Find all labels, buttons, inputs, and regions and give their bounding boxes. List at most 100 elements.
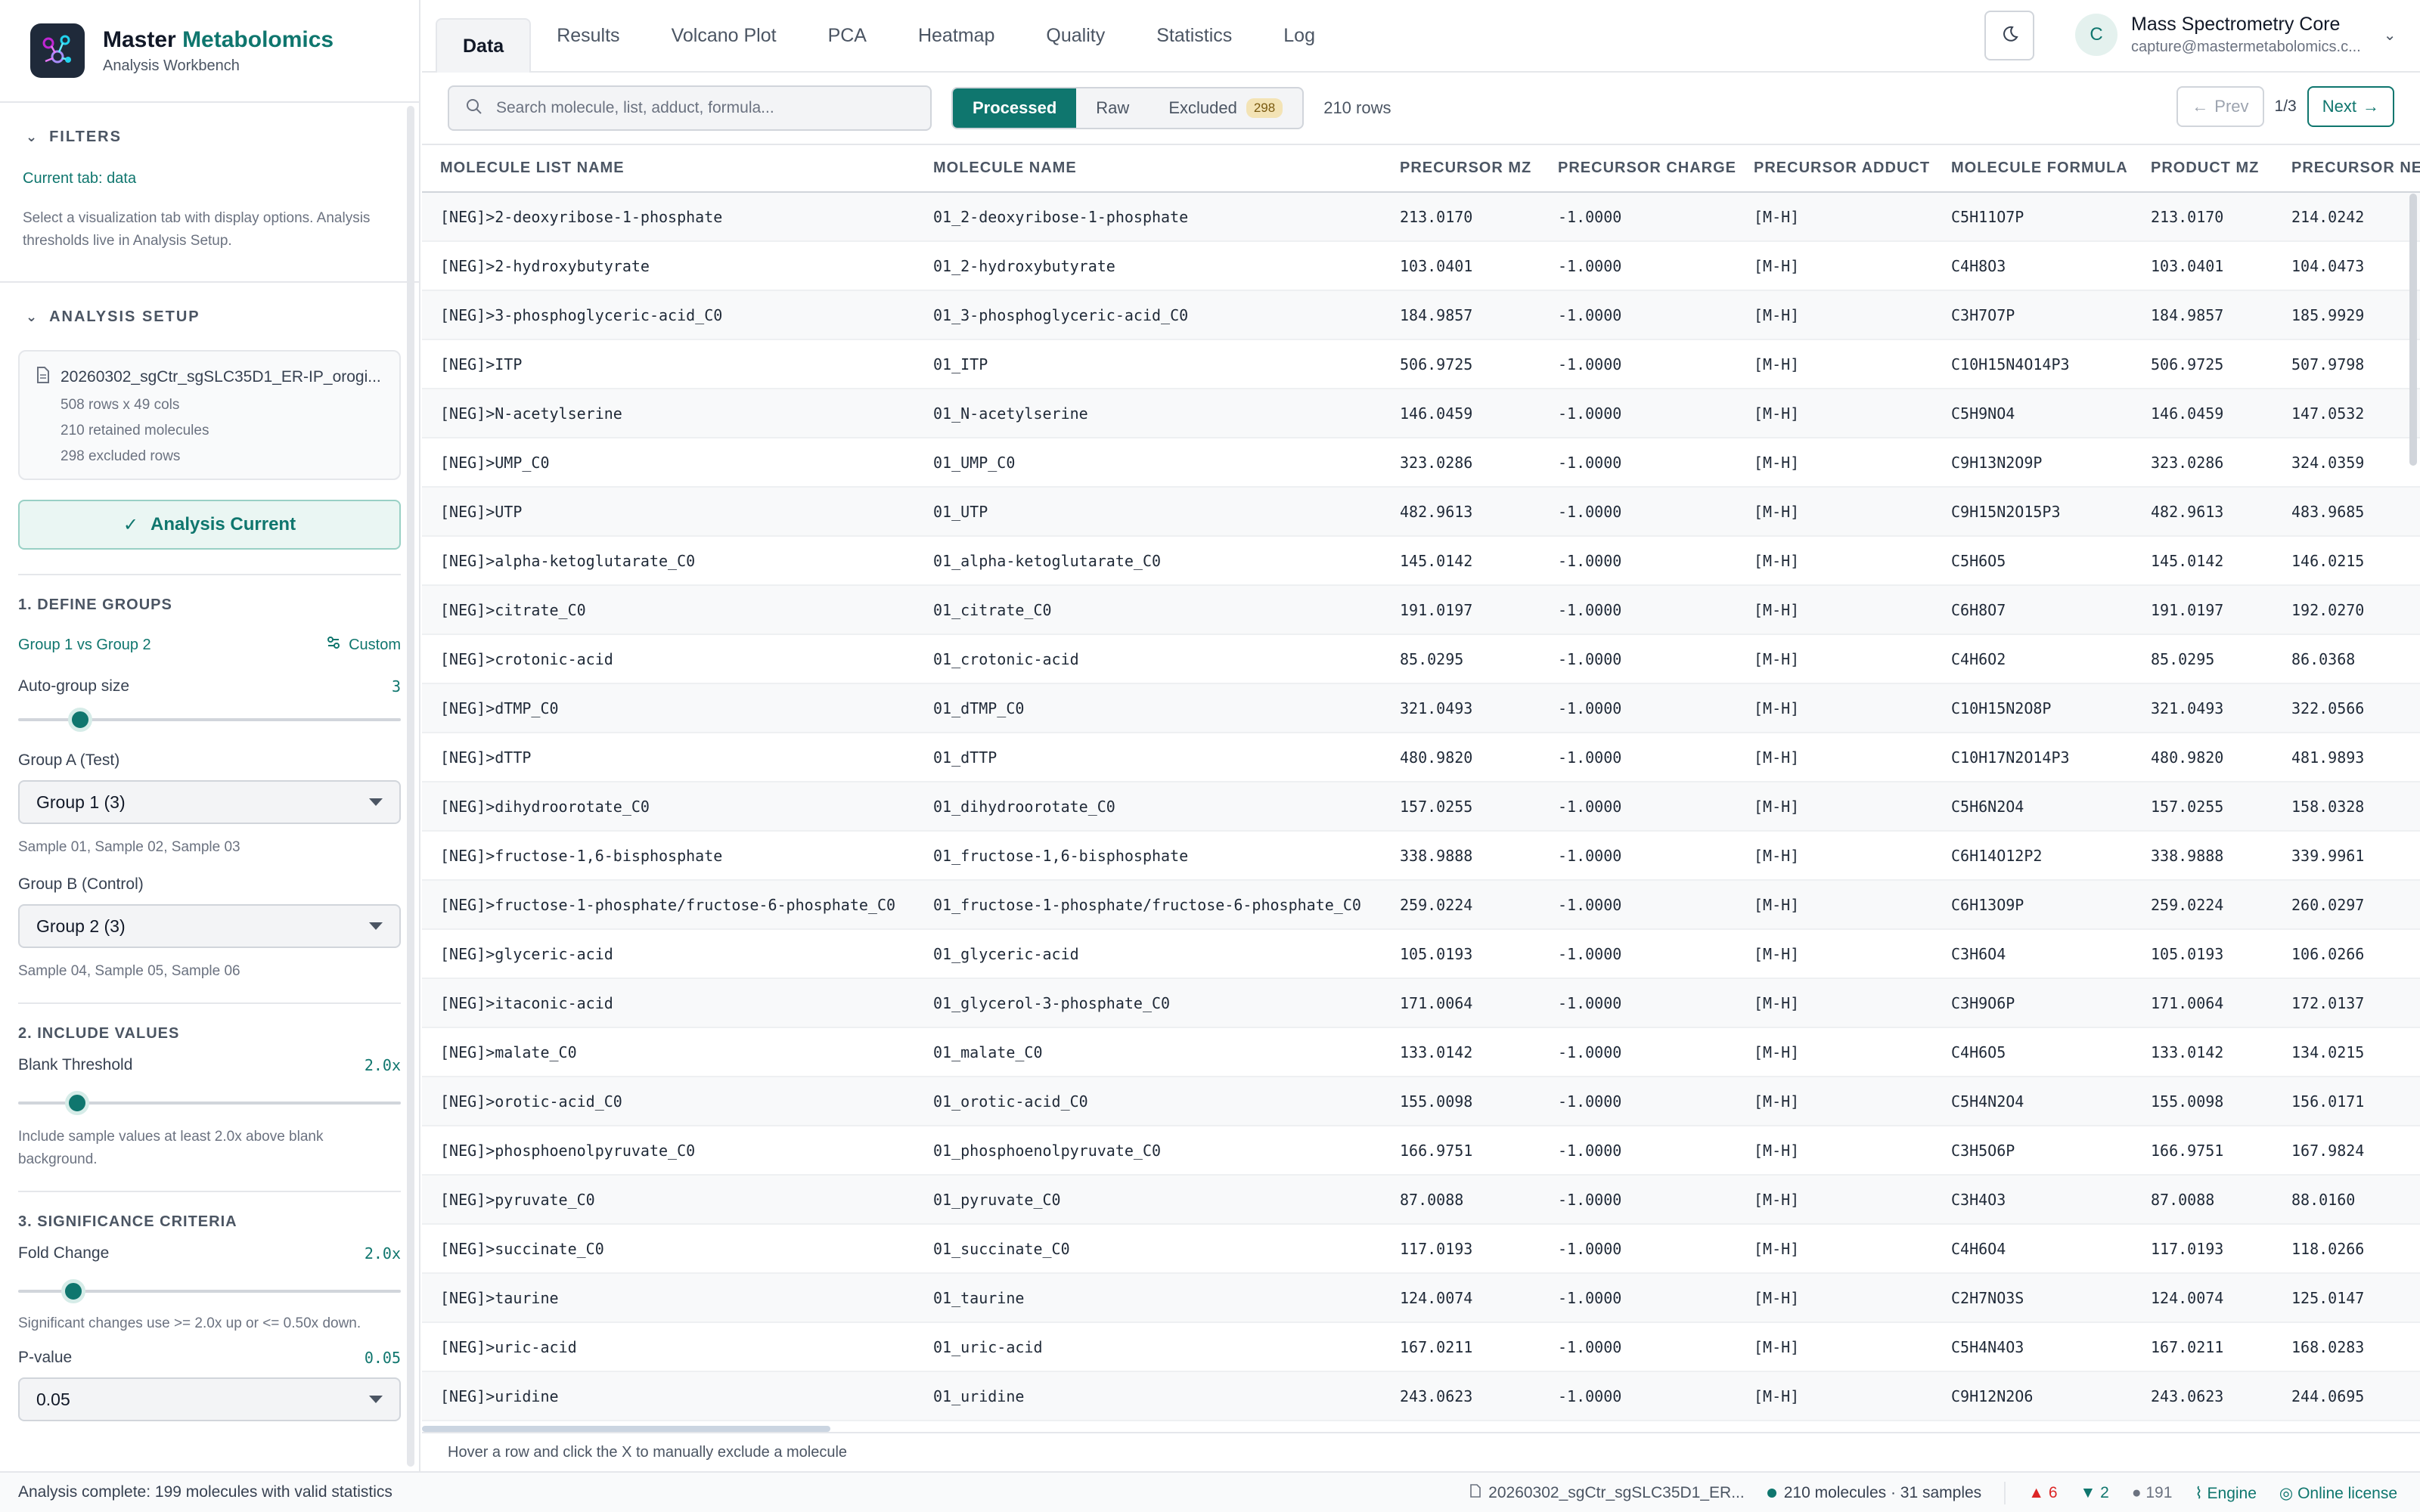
table-row[interactable]: [NEG]>2-hydroxybutyrate 01_2-hydroxybutyr… [422,241,2420,291]
table-cell: C4H6O5 [1933,1027,2133,1077]
account-menu[interactable]: C Mass Spectrometry Core capture@masterm… [2075,14,2397,56]
table-cell: [NEG]>fructose-1,6-bisphosphate [422,831,915,881]
tab-data[interactable]: Data [436,18,532,73]
auto-group-row: Auto-group size 3 [0,677,419,696]
table-row[interactable]: [NEG]>phosphoenolpyruvate_C0 01_phosphoen… [422,1126,2420,1176]
analysis-current-button[interactable]: ✓ Analysis Current [18,500,401,550]
search-input[interactable] [496,99,920,117]
tab-statistics[interactable]: Statistics [1131,9,1258,62]
table-cell: -1.0000 [1540,536,1736,586]
tab-log[interactable]: Log [1258,9,1341,62]
table-cell: [NEG]>citrate_C0 [422,585,915,635]
column-header[interactable]: MOLECULE LIST NAME [422,145,915,193]
table-cell: [NEG]>dihydroorotate_C0 [422,782,915,832]
table-row[interactable]: [NEG]>UMP_C0 01_UMP_C0 323.0286 -1.0000 [M-H… [422,438,2420,488]
table-row[interactable]: [NEG]>taurine 01_taurine 124.0074 -1.0000 [M… [422,1273,2420,1323]
table-row[interactable]: [NEG]>ITP 01_ITP 506.9725 -1.0000 [M-H] C10H1… [422,339,2420,389]
fold-change-row: Fold Change 2.0x [0,1244,419,1263]
table-row[interactable]: [NEG]>dihydroorotate_C0 01_dihydroorotate… [422,782,2420,832]
filters-header[interactable]: ⌄ FILTERS [0,129,419,146]
table-cell: [NEG]>dTTP [422,733,915,782]
column-header[interactable]: PRODUCT MZ [2133,145,2273,193]
table-row[interactable]: [NEG]>orotic-acid_C0 01_orotic-acid_C0 155… [422,1077,2420,1126]
tab-quality[interactable]: Quality [1020,9,1131,62]
table-cell: 01_orotic-acid_C0 [915,1077,1382,1126]
table-row[interactable]: [NEG]>crotonic-acid 01_crotonic-acid 85.02… [422,634,2420,684]
custom-groups-button[interactable]: Custom [326,635,401,655]
table-cell: 157.0255 [2133,782,2273,832]
column-header[interactable]: PRECURSOR ADDUCT [1736,145,1933,193]
tab-results[interactable]: Results [531,9,645,62]
table-cell: 88.0160 [2273,1175,2420,1225]
tab-pca[interactable]: PCA [802,9,892,62]
table-row[interactable]: [NEG]>glyceric-acid 01_glyceric-acid 105.0… [422,929,2420,979]
table-horizontal-scrollbar[interactable] [422,1426,830,1432]
table-cell: 01_N-acetylserine [915,389,1382,438]
license-status[interactable]: ◎ Online license [2279,1484,2397,1503]
slider-handle[interactable] [68,708,93,732]
table-row[interactable]: [NEG]>2-deoxyribose-1-phosphate 01_2-deox… [422,192,2420,242]
table-row[interactable]: [NEG]>citrate_C0 01_citrate_C0 191.0197 -1.… [422,585,2420,635]
search-icon [466,98,482,119]
table-cell: C3H5O6P [1933,1126,2133,1176]
blank-threshold-note: Include sample values at least 2.0x abov… [18,1129,324,1167]
column-header[interactable]: PRECURSOR CHARGE [1540,145,1736,193]
table-row[interactable]: [NEG]>dTMP_C0 01_dTMP_C0 321.0493 -1.0000 [M… [422,683,2420,733]
column-header[interactable]: MOLECULE FORMULA [1933,145,2133,193]
column-header[interactable]: PRECURSOR MZ [1382,145,1540,193]
table-cell: -1.0000 [1540,241,1736,291]
column-header[interactable]: PRECURSOR NEU [2273,145,2420,193]
table-cell: 321.0493 [2133,683,2273,733]
table-vertical-scrollbar[interactable] [2409,194,2417,466]
table-cell: [NEG]>2-hydroxybutyrate [422,241,915,291]
table-row[interactable]: [NEG]>N-acetylserine 01_N-acetylserine 146… [422,389,2420,438]
table-cell: 323.0286 [1382,438,1540,488]
table-row[interactable]: [NEG]>malate_C0 01_malate_C0 133.0142 -1.00… [422,1027,2420,1077]
data-toolbar: Processed Raw Excluded 298 210 rows ← Pr… [422,73,2420,144]
table-row[interactable]: [NEG]>uridine 01_uridine 243.0623 -1.0000 [M… [422,1371,2420,1421]
status-neutral-count: ● 191 [2132,1484,2173,1502]
table-cell: [NEG]>UTP [422,487,915,537]
auto-group-slider[interactable] [18,705,401,735]
status-bar: Analysis complete: 199 molecules with va… [0,1471,2420,1512]
table-row[interactable]: [NEG]>fructose-1,6-bisphosphate 01_fructo… [422,831,2420,881]
table-row[interactable]: [NEG]>itaconic-acid 01_glycerol-3-phospha… [422,978,2420,1028]
table-cell: -1.0000 [1540,831,1736,881]
next-page-button[interactable]: Next → [2307,86,2394,127]
tab-heatmap[interactable]: Heatmap [892,9,1020,62]
analysis-setup-header[interactable]: ⌄ ANALYSIS SETUP [0,308,419,326]
table-row[interactable]: [NEG]>pyruvate_C0 01_pyruvate_C0 87.0088 -1… [422,1175,2420,1225]
table-row[interactable]: [NEG]>fructose-1-phosphate/fructose-6-ph… [422,880,2420,930]
table-cell: C5H11O7P [1933,192,2133,242]
status-right: 20260302_sgCtr_sgSLC35D1_ER... 210 molec… [1470,1473,2397,1512]
slider-handle[interactable] [60,1279,85,1303]
tab-volcano-plot[interactable]: Volcano Plot [646,9,802,62]
engine-status[interactable]: ⌇ Engine [2195,1484,2257,1503]
table-row[interactable]: [NEG]>alpha-ketoglutarate_C0 01_alpha-ket… [422,536,2420,586]
table-row[interactable]: [NEG]>UTP 01_UTP 482.9613 -1.0000 [M-H] C9H15… [422,487,2420,537]
p-value-select[interactable]: 0.05 [18,1377,401,1421]
sidebar-scrollbar[interactable] [407,106,414,1467]
seg-excluded[interactable]: Excluded 298 [1149,88,1302,128]
blank-threshold-slider[interactable] [18,1088,401,1118]
seg-raw[interactable]: Raw [1076,88,1149,128]
group-b-select[interactable]: Group 2 (3) [18,904,401,948]
search-box [448,85,932,131]
table-row[interactable]: [NEG]>succinate_C0 01_succinate_C0 117.019… [422,1224,2420,1274]
prev-page-button[interactable]: ← Prev [2176,86,2264,127]
hover-hint: Hover a row and click the X to manually … [422,1432,2420,1471]
app-logo-icon [30,23,85,78]
table-row[interactable]: [NEG]>3-phosphoglyceric-acid_C0 01_3-phos… [422,290,2420,340]
group-a-select[interactable]: Group 1 (3) [18,780,401,824]
table-row[interactable]: [NEG]>uric-acid 01_uric-acid 167.0211 -1.00… [422,1322,2420,1372]
seg-processed[interactable]: Processed [953,88,1077,128]
table-cell: C6H13O9P [1933,880,2133,930]
fold-change-slider[interactable] [18,1276,401,1306]
slider-handle[interactable] [64,1091,89,1115]
table-cell: 259.0224 [2133,880,2273,930]
column-header[interactable]: MOLECULE NAME [915,145,1382,193]
table-row[interactable]: [NEG]>dTTP 01_dTTP 480.9820 -1.0000 [M-H] C10… [422,733,2420,782]
app-title-part1: Master [103,26,176,52]
brand: Master Metabolomics Analysis Workbench [0,0,419,103]
theme-toggle-button[interactable] [1984,11,2034,60]
